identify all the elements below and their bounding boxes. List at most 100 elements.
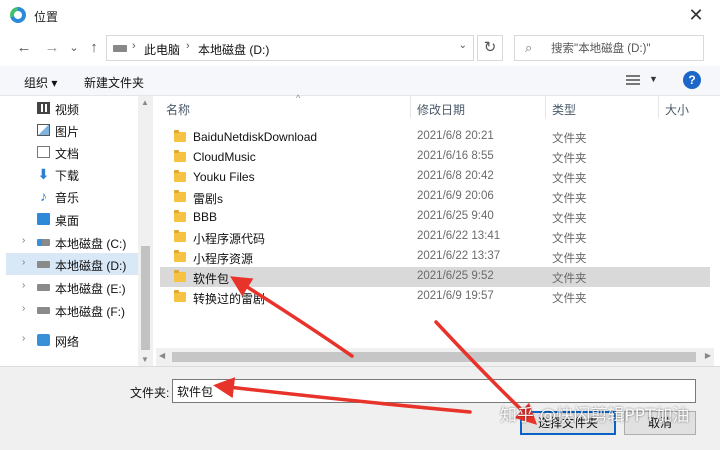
sidebar-item-pictures[interactable]: 图片 [6,119,138,141]
sidebar-item-drive-f[interactable]: › 本地磁盘 (F:) [6,299,138,321]
column-header-label: 名称 [166,103,191,117]
organize-menu-button[interactable]: 组织 ▾ [24,74,57,91]
folder-icon [174,290,186,302]
sidebar-item-drive-d[interactable]: › 本地磁盘 (D:) [6,253,138,275]
video-icon [37,102,50,114]
file-name: CloudMusic [193,150,256,164]
drive-icon [113,45,127,52]
music-icon: ♪ [40,188,47,204]
file-type: 文件夹 [552,273,587,285]
file-name: BaiduNetdiskDownload [193,130,318,144]
window-title: 位置 [34,10,59,24]
sidebar-item-label: 下载 [55,169,80,183]
folder-icon [174,170,186,182]
folder-icon [174,250,186,262]
scroll-right-icon[interactable]: ▶ [705,351,711,360]
file-modified: 2021/6/9 20:06 [417,190,494,202]
file-row[interactable]: Youku Files 2021/6/8 20:42 文件夹 [160,167,710,187]
sidebar-item-videos[interactable]: 视频 [6,97,138,119]
file-modified: 2021/6/9 19:57 [417,290,494,302]
network-icon [37,334,50,346]
view-dropdown-icon[interactable]: ▼ [649,74,658,84]
file-type: 文件夹 [552,133,587,145]
chevron-down-icon[interactable]: ⌄ [459,40,467,51]
file-modified: 2021/6/22 13:37 [417,250,501,262]
edge-app-icon [10,7,26,23]
forward-arrow-icon[interactable]: → [42,38,62,58]
back-arrow-icon[interactable]: ← [14,38,34,58]
file-name: 软件包 [193,272,230,286]
search-input[interactable] [551,40,699,57]
document-icon [37,146,50,158]
scroll-thumb[interactable] [141,246,150,350]
file-row[interactable]: CloudMusic 2021/6/16 8:55 文件夹 [160,147,710,167]
up-arrow-icon[interactable]: ↑ [84,38,104,58]
address-bar[interactable]: › 此电脑 › 本地磁盘 (D:) ⌄ [106,35,474,61]
sidebar-item-music[interactable]: ♪ 音乐 [6,185,138,207]
file-modified: 2021/6/25 9:40 [417,210,494,222]
command-toolbar: 组织 ▾ 新建文件夹 ▼ ? [0,66,720,96]
sidebar-item-network[interactable]: › 网络 [6,329,138,351]
breadcrumb-drive-d[interactable]: 本地磁盘 (D:) [198,41,269,58]
sidebar-item-drive-e[interactable]: › 本地磁盘 (E:) [6,276,138,298]
column-header-size[interactable]: 大小 [658,96,716,118]
scroll-down-icon[interactable]: ▼ [141,355,149,364]
file-row[interactable]: BaiduNetdiskDownload 2021/6/8 20:21 文件夹 [160,127,710,147]
breadcrumb-separator: › [186,40,190,52]
expand-chevron-icon[interactable]: › [22,257,25,268]
sidebar-item-label: 视频 [55,103,80,117]
column-header-type[interactable]: 类型 [545,96,657,118]
file-row[interactable]: 小程序源代码 2021/6/22 13:41 文件夹 [160,227,710,247]
scroll-left-icon[interactable]: ◀ [159,351,165,360]
file-name: 雷剧s [193,192,224,206]
folder-icon [174,130,186,142]
sidebar-item-drive-c[interactable]: › 本地磁盘 (C:) [6,231,138,253]
expand-chevron-icon[interactable]: › [22,303,25,314]
folder-field-label: 文件夹: [130,386,170,400]
drive-icon [37,284,50,291]
sidebar-item-label: 桌面 [55,214,80,228]
view-options-icon[interactable] [626,73,640,87]
file-modified: 2021/6/8 20:21 [417,130,494,142]
scroll-thumb[interactable] [172,352,696,362]
folder-icon [174,190,186,202]
drive-icon [37,261,50,268]
expand-chevron-icon[interactable]: › [22,235,25,246]
folder-name-field[interactable] [172,379,696,403]
expand-chevron-icon[interactable]: › [22,280,25,291]
breadcrumb-this-pc[interactable]: 此电脑 [144,41,180,58]
sidebar-item-label: 音乐 [55,191,80,205]
refresh-icon: ↻ [483,39,497,56]
sidebar-item-label: 网络 [55,335,80,349]
file-type: 文件夹 [552,193,587,205]
sort-ascending-icon: ^ [296,93,301,103]
sidebar-scrollbar[interactable]: ▲ ▼ [138,96,153,366]
file-row[interactable]: BBB 2021/6/25 9:40 文件夹 [160,207,710,227]
file-row[interactable]: 小程序资源 2021/6/22 13:37 文件夹 [160,247,710,267]
search-box[interactable]: ⌕ [514,35,704,61]
new-folder-button[interactable]: 新建文件夹 [84,74,144,91]
file-row-selected[interactable]: 软件包 2021/6/25 9:52 文件夹 [160,267,710,287]
address-row: ← → ⌄ ↑ › 此电脑 › 本地磁盘 (D:) ⌄ ↻ ⌕ [0,30,720,66]
horizontal-scrollbar[interactable]: ◀ ▶ [156,348,714,366]
file-name: 转换过的雷剧 [193,292,266,306]
file-modified: 2021/6/25 9:52 [417,270,494,282]
sidebar-item-downloads[interactable]: ⬇ 下载 [6,163,138,185]
close-icon[interactable]: ✕ [682,3,710,27]
download-icon: ⬇ [37,166,50,182]
sidebar-item-documents[interactable]: 文档 [6,141,138,163]
sidebar-item-desktop[interactable]: 桌面 [6,208,138,230]
file-row[interactable]: 雷剧s 2021/6/9 20:06 文件夹 [160,187,710,207]
refresh-button[interactable]: ↻ [477,35,503,61]
column-header-name[interactable]: 名称 ^ [166,93,414,118]
scroll-up-icon[interactable]: ▲ [141,98,149,107]
file-name: 小程序资源 [193,252,254,266]
recent-locations-icon[interactable]: ⌄ [64,38,84,58]
column-header-modified[interactable]: 修改日期 [410,96,546,118]
expand-chevron-icon[interactable]: › [22,333,25,344]
help-icon[interactable]: ? [683,71,701,89]
file-type: 文件夹 [552,233,587,245]
sidebar-item-label: 本地磁盘 (E:) [55,282,126,296]
file-type: 文件夹 [552,213,587,225]
file-row[interactable]: 转换过的雷剧 2021/6/9 19:57 文件夹 [160,287,710,307]
